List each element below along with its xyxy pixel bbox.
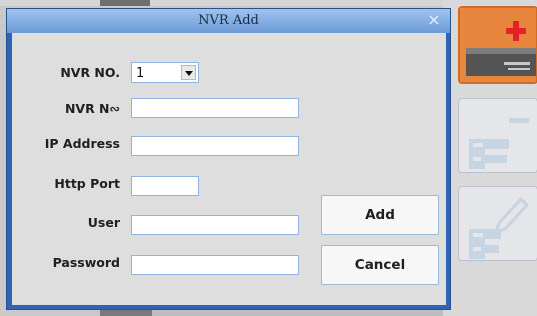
add-nvr-icon (460, 8, 536, 82)
nvr-no-select[interactable]: 1 (131, 62, 199, 83)
dialog-title-bar[interactable]: NVR Add × (7, 9, 450, 33)
nvr-add-dialog: NVR Add × NVR NO. 1 NVR N∾ IP Address Ht… (6, 8, 451, 310)
password-input[interactable] (131, 255, 299, 275)
edit-nvr-icon (469, 196, 530, 259)
add-nvr-tile[interactable] (458, 6, 537, 84)
background-dark-bar (100, 0, 150, 6)
close-icon[interactable]: × (426, 12, 442, 28)
remove-nvr-tile[interactable] (458, 98, 537, 173)
user-label: User (87, 215, 120, 230)
password-label: Password (52, 255, 120, 270)
edit-nvr-tile[interactable] (458, 186, 537, 261)
nvr-no-label: NVR NO. (60, 65, 120, 80)
http-port-label: Http Port (54, 176, 120, 191)
nvr-no-selected-value: 1 (136, 66, 145, 81)
ip-address-input[interactable] (131, 136, 299, 156)
add-button[interactable]: Add (321, 195, 439, 235)
nvr-name-label: NVR N∾ (64, 101, 120, 116)
chevron-down-icon[interactable] (181, 65, 196, 80)
http-port-input[interactable] (131, 176, 199, 196)
cancel-button[interactable]: Cancel (321, 245, 439, 285)
dialog-title: NVR Add (198, 13, 259, 28)
dialog-body: NVR NO. 1 NVR N∾ IP Address Http Port Us… (12, 33, 446, 305)
ip-address-label: IP Address (44, 136, 120, 151)
nvr-name-input[interactable] (131, 98, 299, 118)
user-input[interactable] (131, 215, 299, 235)
remove-nvr-icon (469, 118, 529, 169)
